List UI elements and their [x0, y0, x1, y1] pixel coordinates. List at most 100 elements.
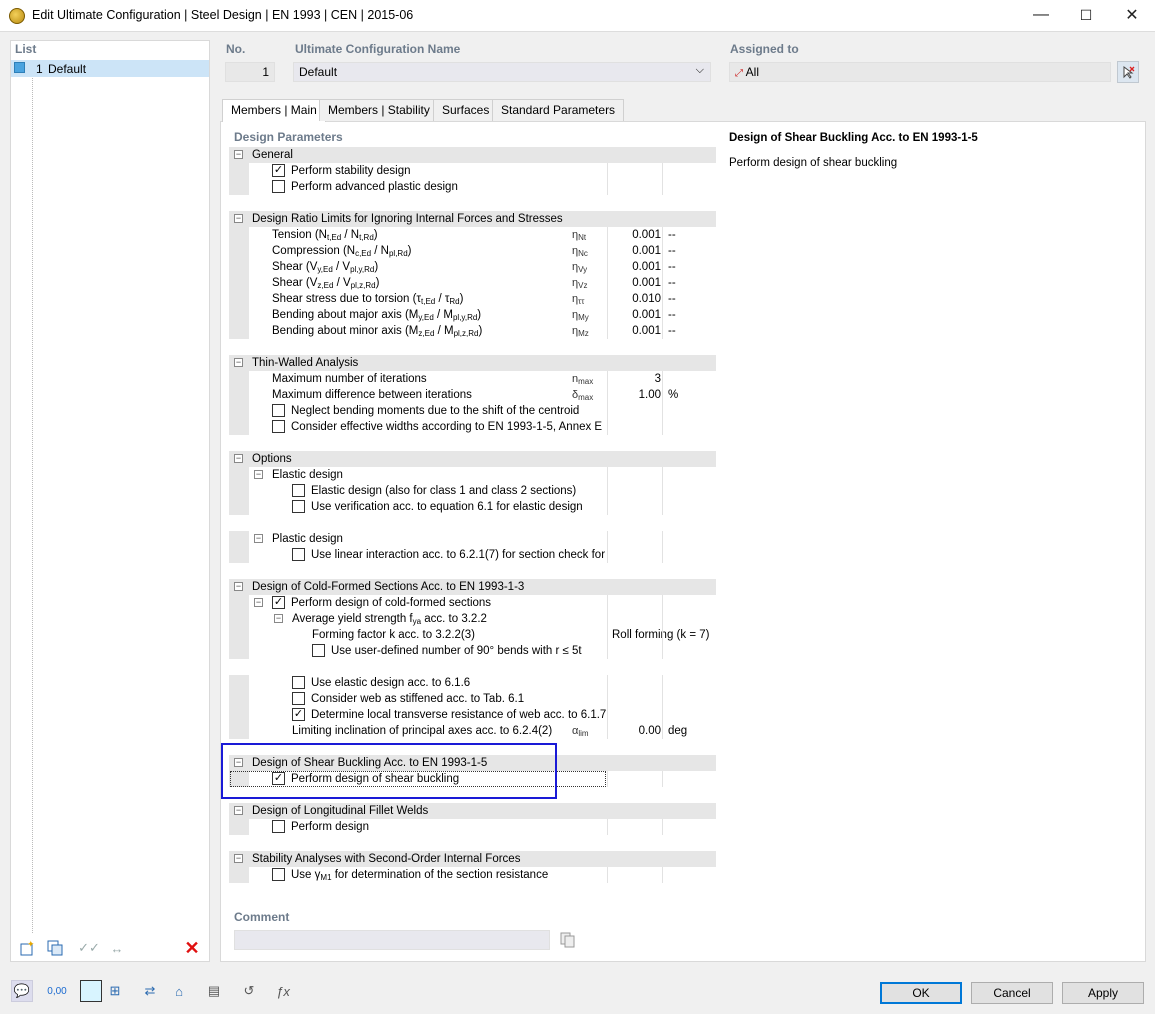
design-parameters-header: Design Parameters [234, 130, 343, 144]
elastic-design-checkbox[interactable] [292, 484, 305, 497]
tab-members-main[interactable]: Members | Main [222, 99, 326, 122]
unit: -- [668, 261, 676, 273]
forming-factor-value[interactable]: Roll forming (k = 7) [612, 627, 709, 643]
description-panel: Design of Shear Buckling Acc. to EN 1993… [725, 128, 1137, 954]
export-icon[interactable]: ⇄ [139, 980, 161, 1002]
members-icon: ⤢ [735, 68, 743, 79]
neglect-bending-checkbox[interactable] [272, 404, 285, 417]
section-title: General [252, 149, 293, 161]
row-label: Consider web as stiffened acc. to Tab. 6… [311, 693, 525, 705]
gamma-m1-checkbox[interactable] [272, 868, 285, 881]
section-title: Thin-Walled Analysis [252, 357, 359, 369]
list-item-label: Default [48, 62, 87, 76]
library-icon[interactable]: ▤ [203, 980, 225, 1002]
ratio-row: Bending about major axis (My,Ed / Mpl,y,… [229, 307, 716, 323]
section-title: Options [252, 453, 292, 465]
import-icon[interactable]: ⌂ [168, 980, 190, 1002]
tab-members-stability[interactable]: Members | Stability [319, 99, 439, 121]
section-second-order[interactable]: − Stability Analyses with Second-Order In… [229, 851, 716, 867]
limit-value[interactable]: 0.001 [608, 259, 661, 275]
no-field[interactable]: 1 [225, 62, 275, 82]
row-label: Neglect bending moments due to the shift… [291, 405, 580, 417]
new-item-icon[interactable]: ✦ [16, 937, 38, 959]
tab-standard-parameters[interactable]: Standard Parameters [492, 99, 625, 121]
iterations-value[interactable]: 3 [608, 371, 661, 387]
unit: -- [668, 245, 676, 257]
limit-value[interactable]: 0.001 [608, 227, 661, 243]
web-stiffened-checkbox[interactable] [292, 692, 305, 705]
section-options[interactable]: − Options [229, 451, 716, 467]
units-icon[interactable]: ⊞ [104, 980, 126, 1002]
group-label: Elastic design [272, 469, 343, 481]
row-label: Perform design [291, 821, 369, 833]
color-icon[interactable] [80, 980, 102, 1002]
assigned-field[interactable]: ⤢ All [729, 62, 1111, 82]
ratio-row: Bending about minor axis (Mz,Ed / Mpl,z,… [229, 323, 716, 339]
elastic-6-1-6-checkbox[interactable] [292, 676, 305, 689]
section-thin-walled[interactable]: − Thin-Walled Analysis [229, 355, 716, 371]
minimize-button[interactable]: — [1018, 0, 1064, 30]
comment-input[interactable] [234, 930, 550, 950]
group-label: Plastic design [272, 533, 343, 545]
ratio-row: Shear (Vz,Ed / Vpl,z,Rd) ηVz 0.001 -- [229, 275, 716, 291]
section-ratio-limits[interactable]: − Design Ratio Limits for Ignoring Intern… [229, 211, 716, 227]
ratio-row: Tension (Nt,Ed / Nt,Rd) ηNt 0.001 -- [229, 227, 716, 243]
formula-icon[interactable]: ƒx [272, 980, 294, 1002]
row-label: Maximum difference between iterations [272, 389, 472, 401]
copy-item-icon[interactable] [44, 937, 66, 959]
no-header: No. [226, 42, 246, 56]
symbol: ηMz [572, 325, 589, 338]
limit-value[interactable]: 0.001 [608, 243, 661, 259]
uncheck-all-icon[interactable]: ↔ [106, 937, 128, 959]
row-label: Forming factor k acc. to 3.2.2(3) [312, 629, 475, 641]
apply-button[interactable]: Apply [1062, 982, 1144, 1004]
linear-interaction-checkbox[interactable] [292, 548, 305, 561]
decimal-places-icon[interactable]: 0,00 [46, 980, 68, 1002]
section-title: Stability Analyses with Second-Order Int… [252, 853, 521, 865]
row-label: Use verification acc. to equation 6.1 fo… [311, 501, 583, 513]
limit-value[interactable]: 0.010 [608, 291, 661, 307]
cancel-button[interactable]: Cancel [971, 982, 1053, 1004]
copy-comment-icon[interactable] [557, 929, 579, 951]
cold-formed-checkbox[interactable]: ✓ [272, 596, 285, 609]
fillet-welds-checkbox[interactable] [272, 820, 285, 833]
comment-header: Comment [234, 910, 290, 924]
unit: % [668, 389, 679, 401]
unit: -- [668, 309, 676, 321]
ratio-row: Shear (Vy,Ed / Vpl,y,Rd) ηVy 0.001 -- [229, 259, 716, 275]
app-icon [9, 8, 25, 24]
delete-icon[interactable]: ✕ [181, 937, 203, 959]
limit-value[interactable]: 0.001 [608, 323, 661, 339]
equation-6-1-checkbox[interactable] [292, 500, 305, 513]
limit-value[interactable]: 0.001 [608, 275, 661, 291]
close-button[interactable]: ✕ [1109, 0, 1155, 30]
select-cursor-icon[interactable] [1117, 61, 1139, 83]
reset-icon[interactable]: ↺ [238, 980, 260, 1002]
check-all-icon[interactable]: ✓✓ [78, 937, 100, 959]
window-title: Edit Ultimate Configuration | Steel Desi… [32, 8, 414, 22]
assigned-value: All [745, 65, 760, 79]
row-label: Use elastic design acc. to 6.1.6 [311, 677, 471, 689]
transverse-resistance-checkbox[interactable]: ✓ [292, 708, 305, 721]
help-icon[interactable]: 💬 [11, 980, 33, 1002]
unit: -- [668, 325, 676, 337]
unit: -- [668, 229, 676, 241]
effective-widths-checkbox[interactable] [272, 420, 285, 433]
advanced-plastic-checkbox[interactable] [272, 180, 285, 193]
limiting-inclination-value[interactable]: 0.00 [608, 723, 661, 739]
section-cold-formed[interactable]: − Design of Cold-Formed Sections Acc. to … [229, 579, 716, 595]
list-header: List [15, 42, 37, 56]
section-title: Design of Cold-Formed Sections Acc. to E… [252, 581, 525, 593]
limit-value[interactable]: 0.001 [608, 307, 661, 323]
section-fillet-welds[interactable]: − Design of Longitudinal Fillet Welds [229, 803, 716, 819]
name-dropdown[interactable]: Default ⌵ [293, 62, 711, 82]
ok-button[interactable]: OK [880, 982, 962, 1004]
maximize-button[interactable]: ☐ [1063, 0, 1109, 30]
description-title: Design of Shear Buckling Acc. to EN 1993… [729, 132, 978, 144]
section-general[interactable]: − General [229, 147, 716, 163]
stability-design-checkbox[interactable]: ✓ [272, 164, 285, 177]
difference-value[interactable]: 1.00 [608, 387, 661, 403]
highlight-box [221, 743, 557, 799]
tab-surfaces[interactable]: Surfaces [433, 99, 499, 121]
user-defined-bends-checkbox[interactable] [312, 644, 325, 657]
